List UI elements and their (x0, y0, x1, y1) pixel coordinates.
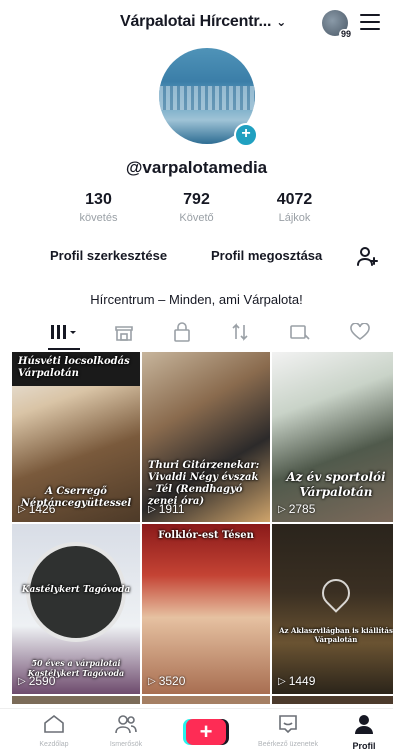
video-tile[interactable] (12, 696, 140, 704)
edit-profile-button[interactable]: Profil szerkesztése (50, 248, 167, 263)
create-button[interactable]: + (186, 719, 226, 745)
nav-label: Ismerősök (109, 741, 143, 748)
nav-label: Profil (352, 741, 376, 751)
add-story-icon[interactable]: + (234, 123, 258, 147)
tab-reposts[interactable] (220, 318, 260, 346)
menu-icon[interactable] (360, 14, 380, 30)
play-icon: ▷ (278, 503, 286, 515)
nav-home[interactable]: Kezdőlap (24, 714, 84, 748)
friends-icon (115, 715, 137, 734)
heart-icon (350, 323, 370, 340)
stat-label: Lájkok (278, 212, 311, 224)
top-bar: Várpalotai Hírcentr... ⌄ 99 (0, 0, 393, 44)
home-icon (44, 714, 64, 733)
heart-logo-icon (316, 573, 356, 613)
profile-icon (355, 715, 373, 734)
shop-icon (115, 326, 133, 341)
tab-shop[interactable] (104, 318, 144, 346)
video-title: Folklór-est Tésen (158, 530, 254, 541)
nav-label: Kezdőlap (39, 741, 69, 748)
account-name: Várpalotai Hírcentr... (120, 13, 272, 30)
nav-label: Beérkező üzenetek (258, 741, 318, 748)
video-caption: Thuri Gitárzenekar: Vivaldi Négy évszak … (148, 460, 260, 507)
video-tile[interactable] (142, 696, 270, 704)
stat-value: 792 (183, 191, 210, 208)
bottom-nav: Kezdőlap Ismerősök + Beérkező üzenetek P… (0, 708, 393, 753)
view-count: ▷ 1449 (278, 674, 316, 688)
account-switcher[interactable]: Várpalotai Hírcentr... ⌄ (120, 13, 286, 31)
nav-inbox[interactable]: Beérkező üzenetek (258, 714, 318, 748)
stat-followers[interactable]: 792 Követő (165, 191, 229, 224)
stat-label: Követő (179, 212, 214, 224)
tab-favorites[interactable] (280, 318, 320, 346)
video-tile[interactable]: Thuri Gitárzenekar: Vivaldi Négy évszak … (142, 352, 270, 522)
video-grid: Húsvéti locsolkodás Várpalotán A Cserreg… (12, 352, 393, 704)
repost-icon (232, 323, 248, 341)
notification-badge: 99 (338, 29, 353, 39)
stat-label: követés (79, 212, 118, 224)
view-count: ▷ 2785 (278, 502, 316, 516)
avatar-image (159, 86, 255, 110)
play-icon: ▷ (18, 503, 26, 515)
stat-value: 130 (85, 191, 112, 208)
profile-actions: Profil szerkesztése Profil megosztása (0, 247, 393, 268)
video-caption: Az év sportolói Várpalotán (286, 470, 386, 499)
view-count: ▷ 2590 (18, 674, 56, 688)
lock-icon (174, 322, 190, 342)
stat-likes[interactable]: 4072 Lájkok (263, 191, 327, 224)
chevron-down-icon: ⌄ (276, 15, 287, 29)
video-tile[interactable]: Az Aklaszvilágban is kiállítás Várpalotá… (272, 524, 393, 694)
video-caption: Az Aklaszvilágban is kiállítás Várpalotá… (279, 626, 393, 644)
bookmark-icon (290, 325, 310, 340)
creator-tools-avatar[interactable]: 99 (322, 10, 353, 39)
play-icon: ▷ (18, 675, 26, 687)
video-tile[interactable] (272, 696, 393, 704)
video-title: Kastélykert Tagóvoda (21, 585, 131, 595)
video-tile[interactable]: Húsvéti locsolkodás Várpalotán A Cserreg… (12, 352, 140, 522)
stat-following[interactable]: 130 követés (67, 191, 131, 224)
play-icon: ▷ (278, 675, 286, 687)
view-count: ▷ 1426 (18, 502, 56, 516)
grid-icon (51, 325, 76, 339)
play-icon: ▷ (148, 503, 156, 515)
nav-friends[interactable]: Ismerősök (96, 714, 156, 748)
share-profile-button[interactable]: Profil megosztása (211, 248, 322, 263)
video-tile[interactable]: Kastélykert Tagóvoda 50 éves a várpalota… (12, 524, 140, 694)
add-friend-icon[interactable] (355, 244, 379, 268)
view-count: ▷ 1911 (148, 502, 185, 516)
tab-videos[interactable] (44, 318, 84, 350)
tab-liked[interactable] (340, 318, 380, 346)
stat-value: 4072 (276, 191, 313, 208)
nav-profile[interactable]: Profil (334, 714, 393, 751)
play-icon: ▷ (148, 675, 156, 687)
video-tile[interactable]: Folklór-est Tésen ▷ 3520 (142, 524, 270, 694)
video-tile[interactable]: Az év sportolói Várpalotán ▷ 2785 (272, 352, 393, 522)
profile-bio: Hírcentrum – Minden, ami Várpalota! (90, 292, 303, 307)
video-title: Húsvéti locsolkodás Várpalotán (18, 356, 130, 379)
username: @varpalotamedia (125, 158, 268, 177)
tab-private[interactable] (162, 318, 202, 346)
content-tabs (0, 318, 393, 350)
inbox-icon (279, 715, 297, 734)
view-count: ▷ 3520 (148, 674, 186, 688)
profile-stats: 130 követés 792 Követő 4072 Lájkok (0, 191, 393, 224)
